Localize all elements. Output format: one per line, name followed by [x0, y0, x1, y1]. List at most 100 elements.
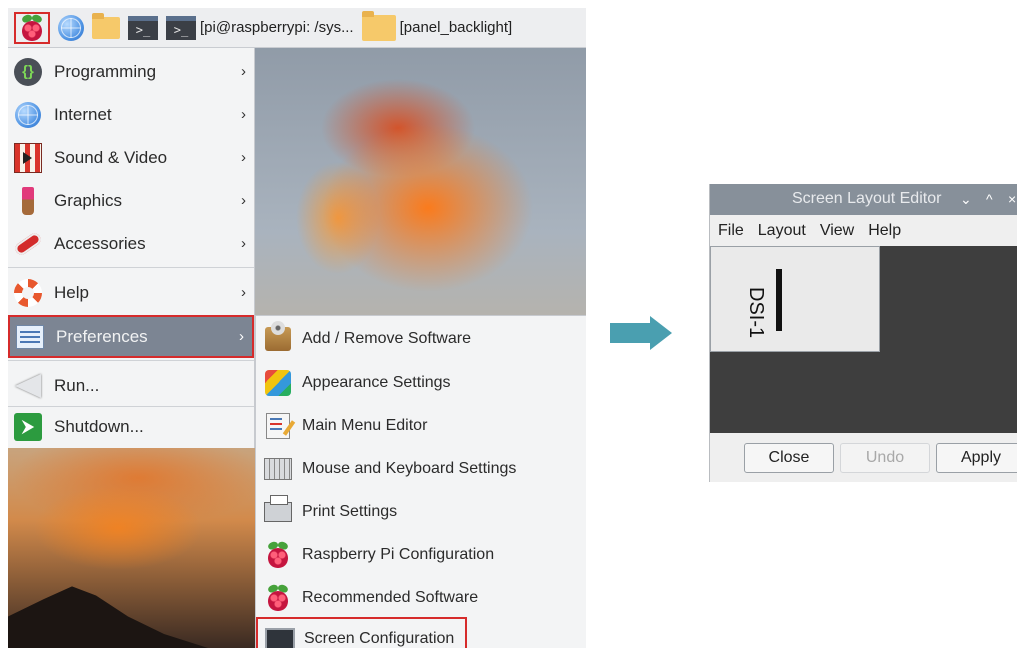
submenu-item-label: Main Menu Editor	[302, 416, 428, 434]
raspberry-icon	[266, 540, 290, 568]
arrow-head	[650, 316, 672, 350]
taskbar-task-folder[interactable]: [panel_backlight]	[361, 10, 513, 44]
menu-item-label: Run...	[54, 375, 100, 395]
globe-icon	[58, 14, 84, 41]
sound-video-icon	[14, 142, 42, 173]
task-label: [pi@raspberrypi: /sys...	[200, 19, 354, 36]
chevron-right-icon: ›	[241, 192, 246, 209]
shutdown-icon: ⮞	[14, 412, 42, 441]
submenu-item-mouse-keyboard-settings[interactable]: Mouse and Keyboard Settings	[256, 447, 586, 490]
globe-icon	[15, 101, 41, 128]
chevron-right-icon: ›	[241, 235, 246, 252]
terminal-icon: >_	[166, 15, 196, 40]
programming-icon: {}	[14, 57, 42, 86]
window-titlebar[interactable]: Screen Layout Editor ⌄ ^ ×	[710, 184, 1017, 215]
arrow-right-icon	[610, 323, 652, 343]
menu-help[interactable]: Help	[868, 222, 901, 240]
submenu-item-screen-configuration[interactable]: Screen Configuration	[256, 617, 467, 648]
submenu-item-label: Raspberry Pi Configuration	[302, 545, 495, 563]
browser-launcher[interactable]	[58, 12, 84, 44]
main-menu: {} Programming › Internet › Sound & Vide…	[8, 48, 255, 448]
menu-item-shutdown[interactable]: ⮞ Shutdown...	[8, 405, 254, 448]
submenu-item-recommended-software[interactable]: Recommended Software	[256, 576, 586, 619]
menu-item-label: Help	[54, 282, 89, 302]
paintbrush-icon	[22, 186, 34, 215]
submenu-item-raspberry-pi-configuration[interactable]: Raspberry Pi Configuration	[256, 533, 586, 576]
submenu-item-label: Mouse and Keyboard Settings	[302, 459, 517, 477]
display-label: DSI-1	[745, 287, 767, 339]
submenu-item-label: Print Settings	[302, 502, 398, 520]
terminal-launcher[interactable]: >_	[128, 12, 158, 44]
chevron-right-icon: ›	[241, 63, 246, 80]
maximize-icon[interactable]: ^	[986, 191, 993, 207]
desktop-screenshot: >_ >_ [pi@raspberrypi: /sys... [panel_ba…	[8, 8, 586, 648]
preferences-submenu: Add / Remove Software Appearance Setting…	[255, 315, 586, 648]
task-label: [panel_backlight]	[399, 19, 513, 36]
folder-icon	[361, 10, 396, 41]
display-dsi-1[interactable]: DSI-1	[710, 246, 880, 352]
menu-item-label: Programming	[54, 61, 157, 81]
undo-button[interactable]: Undo	[840, 443, 930, 473]
menu-item-label: Sound & Video	[54, 147, 168, 167]
menu-item-internet[interactable]: Internet ›	[8, 93, 254, 136]
menu-file[interactable]: File	[718, 222, 744, 240]
menu-item-graphics[interactable]: Graphics ›	[8, 179, 254, 222]
main-menu-editor-icon	[266, 412, 290, 439]
menu-item-run[interactable]: Run...	[8, 364, 254, 407]
menu-separator	[8, 267, 254, 268]
screen-layout-editor-window: Screen Layout Editor ⌄ ^ × File Layout V…	[709, 184, 1017, 482]
submenu-item-label: Screen Configuration	[304, 629, 455, 647]
taskbar: >_ >_ [pi@raspberrypi: /sys... [panel_ba…	[8, 8, 586, 48]
submenu-item-main-menu-editor[interactable]: Main Menu Editor	[256, 404, 586, 447]
raspberry-menu-button[interactable]	[14, 11, 50, 44]
appearance-settings-icon	[265, 369, 291, 396]
terminal-icon: >_	[128, 15, 158, 40]
keyboard-icon	[264, 457, 292, 480]
layout-canvas[interactable]: DSI-1	[710, 246, 1017, 433]
submenu-item-appearance-settings[interactable]: Appearance Settings	[256, 361, 586, 404]
run-icon	[15, 373, 41, 398]
menu-item-programming[interactable]: {} Programming ›	[8, 50, 254, 93]
submenu-item-label: Appearance Settings	[302, 373, 451, 391]
submenu-item-label: Recommended Software	[302, 588, 479, 606]
chevron-right-icon: ›	[241, 106, 246, 123]
mountain-silhouette	[8, 586, 208, 648]
menu-layout[interactable]: Layout	[758, 222, 806, 240]
menu-item-label: Graphics	[54, 190, 123, 210]
raspberry-icon	[20, 13, 44, 41]
menu-item-preferences[interactable]: Preferences ›	[8, 315, 254, 358]
window-title: Screen Layout Editor	[792, 190, 942, 207]
monitor-icon	[265, 627, 295, 648]
folder-icon	[92, 12, 120, 39]
minimize-icon[interactable]: ⌄	[960, 191, 972, 208]
menu-item-label: Preferences	[56, 326, 148, 346]
menu-item-sound-video[interactable]: Sound & Video ›	[8, 136, 254, 179]
display-edge-bar	[776, 269, 782, 331]
menu-item-label: Shutdown...	[54, 416, 144, 436]
submenu-item-label: Add / Remove Software	[302, 329, 471, 347]
chevron-right-icon: ›	[241, 284, 246, 301]
chevron-right-icon: ›	[239, 328, 244, 345]
chevron-right-icon: ›	[241, 149, 246, 166]
preferences-icon	[16, 324, 44, 349]
menu-item-help[interactable]: Help ›	[8, 271, 254, 314]
close-button[interactable]: Close	[744, 443, 834, 473]
add-remove-software-icon	[265, 320, 291, 351]
menu-item-accessories[interactable]: Accessories ›	[8, 222, 254, 265]
lifebuoy-icon	[14, 278, 42, 307]
submenu-item-print-settings[interactable]: Print Settings	[256, 490, 586, 533]
accessories-icon	[13, 230, 43, 257]
menu-item-label: Accessories	[54, 233, 146, 253]
menu-item-label: Internet	[54, 104, 112, 124]
apply-button[interactable]: Apply	[936, 443, 1017, 473]
close-icon[interactable]: ×	[1008, 191, 1016, 207]
button-bar: Close Undo Apply	[710, 433, 1017, 482]
window-menubar: File Layout View Help	[710, 215, 1017, 246]
file-manager-launcher[interactable]	[92, 12, 120, 44]
taskbar-task-terminal[interactable]: >_ [pi@raspberrypi: /sys...	[166, 12, 354, 44]
menu-separator	[8, 360, 254, 361]
menu-view[interactable]: View	[820, 222, 854, 240]
submenu-item-add-remove-software[interactable]: Add / Remove Software	[256, 317, 586, 360]
raspberry-icon	[266, 583, 290, 611]
printer-icon	[264, 494, 292, 522]
